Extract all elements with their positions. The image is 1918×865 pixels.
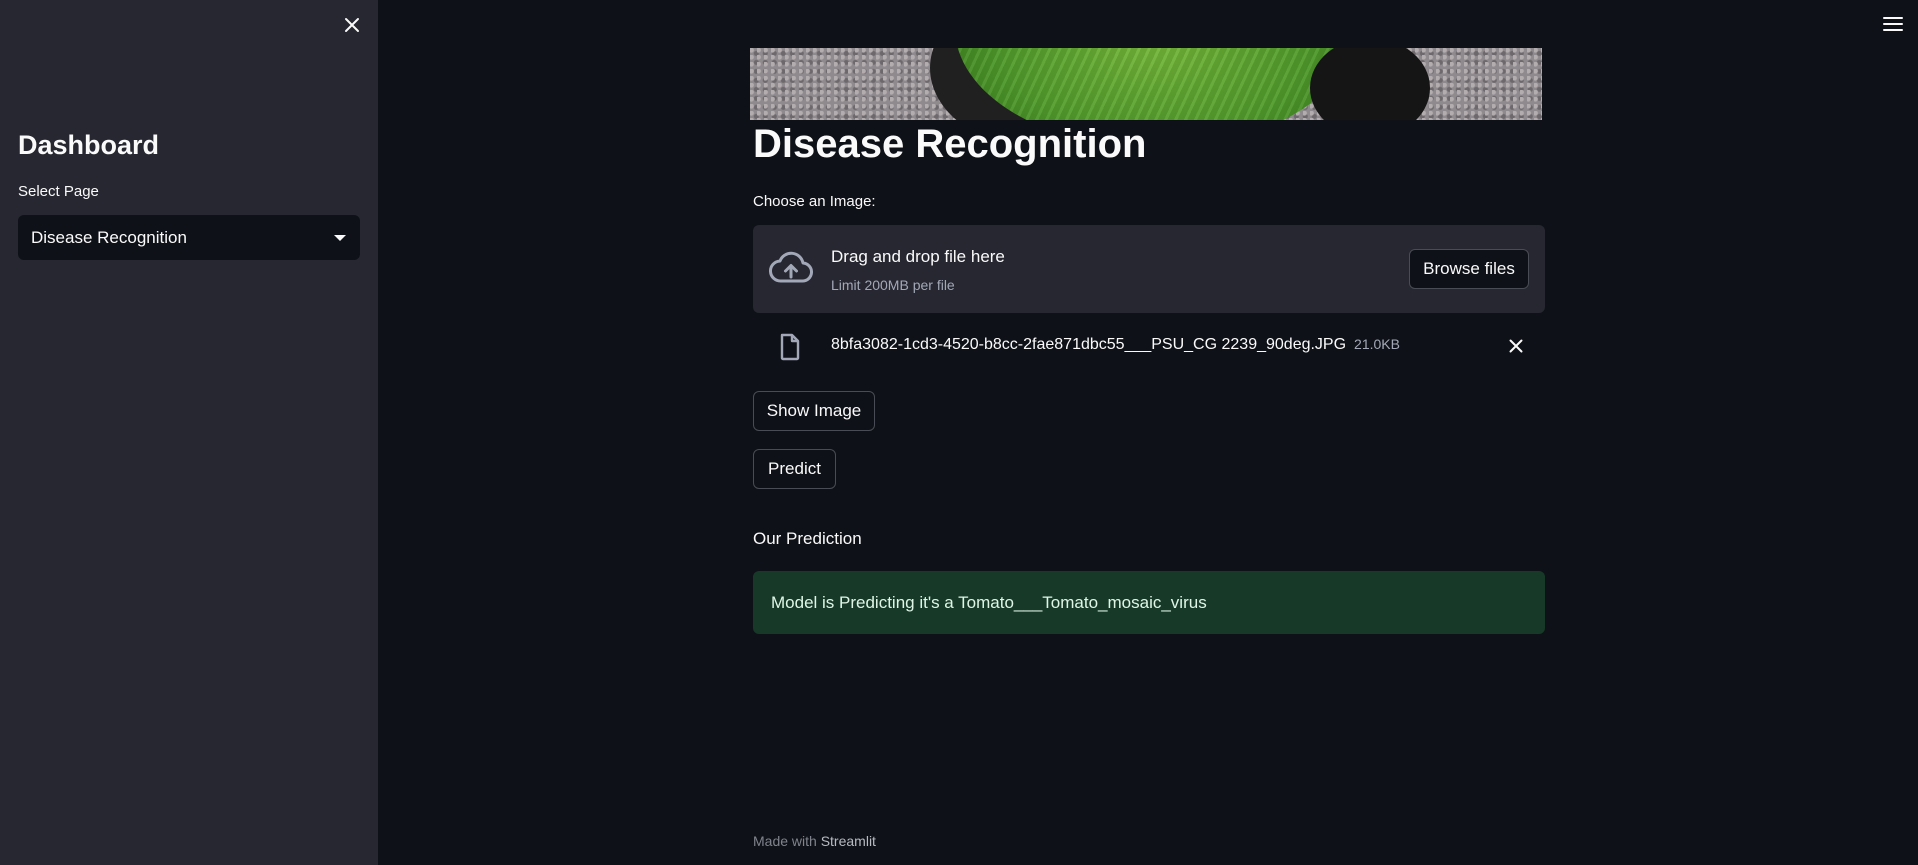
uploader-label: Choose an Image: — [753, 193, 876, 210]
streamlit-link[interactable]: Streamlit — [821, 833, 876, 849]
sidebar-title: Dashboard — [18, 130, 160, 160]
close-icon — [1509, 339, 1523, 353]
remove-file-button[interactable] — [1505, 335, 1527, 357]
select-page-label: Select Page — [18, 183, 99, 200]
sidebar: Dashboard Select Page Disease Recognitio… — [0, 0, 378, 865]
uploaded-file-name: 8bfa3082-1cd3-4520-b8cc-2fae871dbc55___P… — [831, 336, 1347, 353]
footer: Made with Streamlit — [753, 833, 876, 849]
file-icon — [780, 333, 800, 361]
page-title: Disease Recognition — [753, 122, 1147, 166]
browse-files-button[interactable]: Browse files — [1409, 249, 1529, 289]
file-dropzone[interactable]: Drag and drop file here Limit 200MB per … — [753, 225, 1545, 313]
main-menu-button[interactable] — [1882, 15, 1904, 33]
chevron-down-icon — [334, 234, 346, 241]
dropzone-title: Drag and drop file here — [831, 247, 1005, 266]
uploaded-file-item: 8bfa3082-1cd3-4520-b8cc-2fae871dbc55___P… — [753, 330, 1545, 362]
uploaded-file-size: 21.0KB — [1354, 336, 1400, 352]
cloud-upload-icon — [769, 251, 813, 283]
footer-prefix: Made with — [753, 833, 817, 849]
predict-button[interactable]: Predict — [753, 449, 836, 489]
page-select-value: Disease Recognition — [31, 227, 187, 247]
close-icon — [345, 18, 359, 32]
banner-image — [750, 48, 1542, 120]
close-sidebar-button[interactable] — [340, 13, 364, 37]
dropzone-limit: Limit 200MB per file — [831, 277, 955, 293]
prediction-heading: Our Prediction — [753, 529, 862, 548]
page-select[interactable]: Disease Recognition — [18, 215, 360, 260]
show-image-button[interactable]: Show Image — [753, 391, 875, 431]
hamburger-menu-icon — [1883, 17, 1903, 19]
prediction-result: Model is Predicting it's a Tomato___Toma… — [753, 571, 1545, 634]
